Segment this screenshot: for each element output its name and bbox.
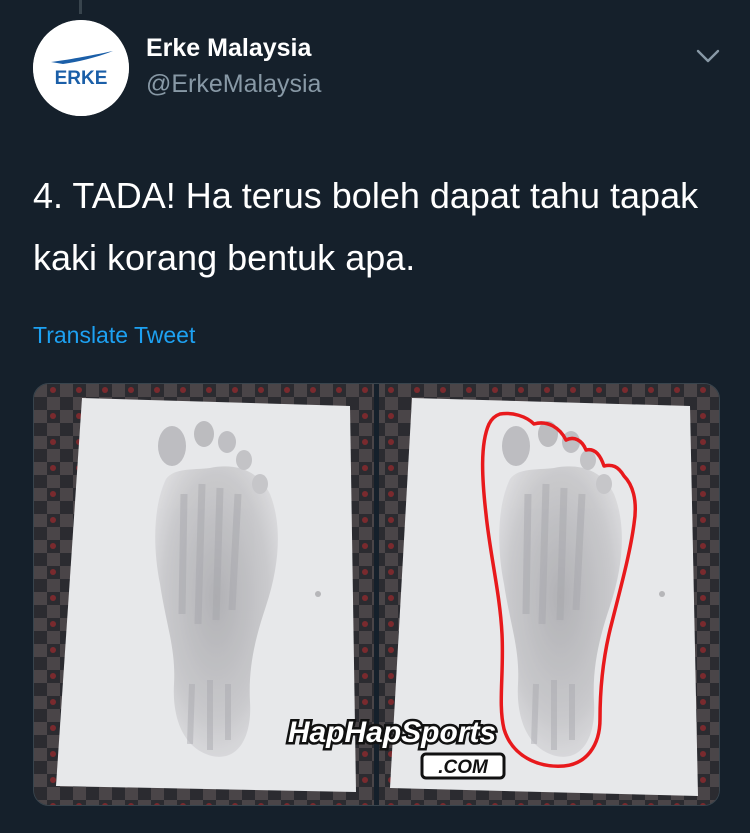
avatar[interactable]: ERKE <box>33 20 129 116</box>
chevron-down-icon[interactable] <box>692 40 724 72</box>
translate-tweet-link[interactable]: Translate Tweet <box>33 322 195 349</box>
erke-logo: ERKE <box>33 20 129 116</box>
tweet-text: 4. TADA! Ha terus boleh dapat tahu tapak… <box>33 175 699 278</box>
author-name[interactable]: Erke Malaysia <box>146 34 311 63</box>
tweet-media-image[interactable]: HapHapSports .COM <box>33 383 720 806</box>
author-handle[interactable]: @ErkeMalaysia <box>146 70 321 99</box>
watermark-main-text: HapHapSports <box>288 716 496 749</box>
haphapsports-watermark: HapHapSports .COM <box>285 714 506 780</box>
watermark-sub-text: .COM <box>438 757 489 778</box>
thread-connector-line <box>79 0 82 14</box>
avatar-logo-text: ERKE <box>55 68 108 89</box>
